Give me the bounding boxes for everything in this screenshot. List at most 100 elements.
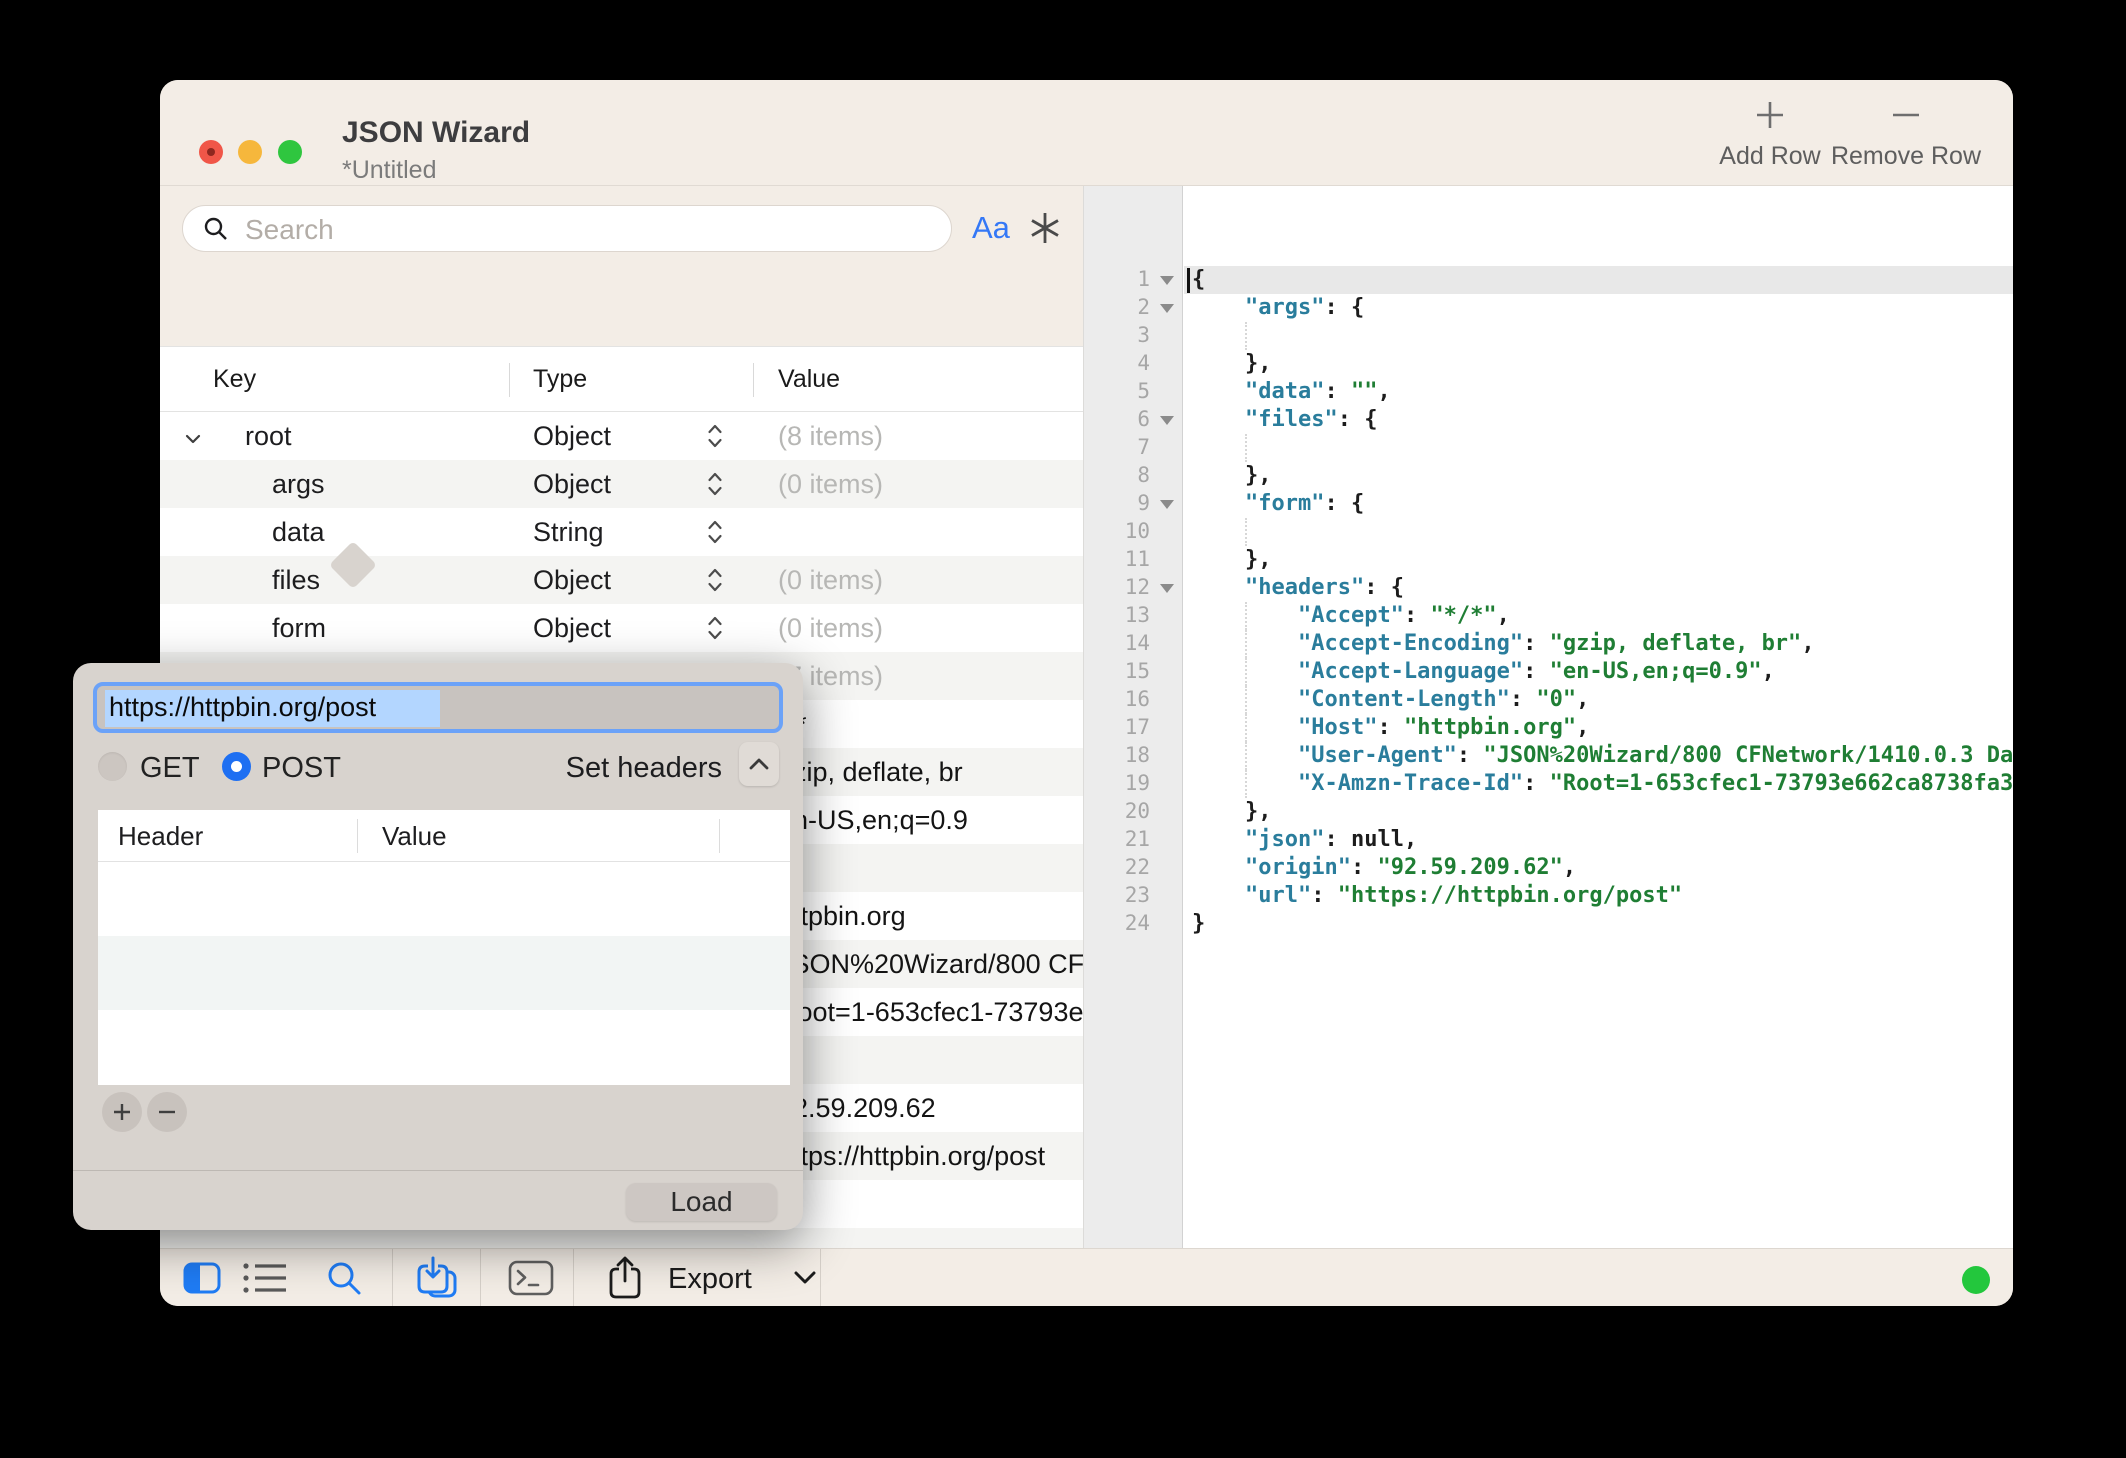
empty-header-row[interactable] <box>98 862 790 936</box>
row-type[interactable]: Object <box>533 565 611 596</box>
editor-line[interactable]: "data": "", <box>1184 378 2013 406</box>
row-value[interactable]: (8 items) <box>778 421 883 452</box>
empty-header-row[interactable] <box>98 1010 790 1084</box>
post-label[interactable]: POST <box>262 752 341 785</box>
table-row[interactable]: argsObject (0 items) <box>160 460 1083 508</box>
titlebar: JSON Wizard *Untitled Add Row Remove Row <box>160 80 2013 185</box>
match-case-toggle[interactable]: Aa <box>972 210 1010 246</box>
add-header-button[interactable] <box>102 1092 142 1132</box>
zoom-button[interactable] <box>278 140 302 164</box>
row-type[interactable]: Object <box>533 469 611 500</box>
export-label[interactable]: Export <box>668 1263 752 1296</box>
regex-toggle[interactable] <box>1028 210 1062 251</box>
toggle-sidebar-button[interactable] <box>180 1249 224 1306</box>
editor-line[interactable]: "X-Amzn-Trace-Id": "Root=1-653cfec1-7379… <box>1184 770 2013 798</box>
remove-row-button[interactable]: Remove Row <box>1816 98 1996 171</box>
table-row[interactable]: filesObject (0 items) <box>160 556 1083 604</box>
header-col-label[interactable]: Header <box>118 821 203 852</box>
load-button[interactable]: Load <box>626 1183 777 1221</box>
get-label[interactable]: GET <box>140 752 200 785</box>
table-row[interactable]: formObject (0 items) <box>160 604 1083 652</box>
editor-line[interactable]: }, <box>1184 350 2013 378</box>
row-value[interactable]: (0 items) <box>778 613 883 644</box>
row-value[interactable]: (0 items) <box>778 469 883 500</box>
editor-line[interactable]: "form": { <box>1184 490 2013 518</box>
editor-line[interactable]: "Host": "httpbin.org", <box>1184 714 2013 742</box>
minimize-button[interactable] <box>238 140 262 164</box>
column-header-key[interactable]: Key <box>213 365 256 394</box>
editor-line[interactable]: "User-Agent": "JSON%20Wizard/800 CFNetwo… <box>1184 742 2013 770</box>
fold-arrow-icon[interactable] <box>1160 304 1174 313</box>
editor-line[interactable] <box>1184 434 2013 462</box>
type-stepper-icon[interactable] <box>707 518 723 551</box>
type-stepper-icon[interactable] <box>707 422 723 455</box>
empty-table-row[interactable] <box>160 1228 1083 1248</box>
row-type[interactable]: String <box>533 517 604 548</box>
indent-guide <box>1245 322 1247 350</box>
table-row[interactable]: dataString <box>160 508 1083 556</box>
row-type[interactable]: Object <box>533 613 611 644</box>
type-stepper-icon[interactable] <box>707 470 723 503</box>
console-button[interactable] <box>506 1249 556 1306</box>
column-header-value[interactable]: Value <box>778 365 840 394</box>
line-number: 6 <box>1084 406 1183 434</box>
table-row[interactable]: rootObject (8 items) <box>160 412 1083 460</box>
row-value[interactable]: en-US,en;q=0.9 <box>778 805 968 836</box>
row-value[interactable]: gzip, deflate, br <box>778 757 963 788</box>
load-from-url-button[interactable] <box>413 1249 461 1306</box>
editor-line[interactable]: }, <box>1184 462 2013 490</box>
export-menu-button[interactable] <box>790 1249 820 1306</box>
editor-line[interactable]: "Accept": "*/*", <box>1184 602 2013 630</box>
row-value[interactable]: JSON%20Wizard/800 CFNetwork/1410.0.3 Dar… <box>778 949 1083 980</box>
editor-line[interactable]: { <box>1184 266 2013 294</box>
type-stepper-icon[interactable] <box>707 614 723 647</box>
bottom-toolbar: Export <box>160 1248 2013 1306</box>
row-value[interactable]: (0 items) <box>778 565 883 596</box>
editor-line[interactable]: } <box>1184 910 2013 938</box>
editor-line[interactable]: "Accept-Encoding": "gzip, deflate, br", <box>1184 630 2013 658</box>
type-stepper-icon[interactable] <box>707 566 723 599</box>
column-separator[interactable] <box>509 363 510 397</box>
editor-line[interactable]: }, <box>1184 798 2013 826</box>
editor-line[interactable] <box>1184 518 2013 546</box>
json-editor[interactable]: 123456789101112131415161718192021222324 … <box>1083 186 2013 1248</box>
line-number: 2 <box>1084 294 1183 322</box>
export-button[interactable] <box>600 1249 650 1306</box>
column-separator[interactable] <box>357 819 358 853</box>
collapse-headers-button[interactable] <box>739 742 779 786</box>
fold-arrow-icon[interactable] <box>1160 500 1174 509</box>
editor-line[interactable]: "origin": "92.59.209.62", <box>1184 854 2013 882</box>
fold-arrow-icon[interactable] <box>1160 584 1174 593</box>
search-input[interactable]: Search <box>182 205 952 252</box>
editor-line[interactable] <box>1184 322 2013 350</box>
remove-row-label: Remove Row <box>1816 142 1996 171</box>
editor-line[interactable]: "json": null, <box>1184 826 2013 854</box>
editor-line[interactable]: "args": { <box>1184 294 2013 322</box>
list-view-button[interactable] <box>242 1249 288 1306</box>
row-value[interactable]: Root=1-653cfec1-73793e662ca8738fa31bcd24 <box>778 997 1083 1028</box>
disclosure-icon[interactable] <box>185 431 201 449</box>
url-input[interactable]: https://httpbin.org/post <box>93 682 783 733</box>
editor-line[interactable]: "url": "https://httpbin.org/post" <box>1184 882 2013 910</box>
fold-arrow-icon[interactable] <box>1160 276 1174 285</box>
toolbar-divider <box>573 1249 574 1306</box>
row-type[interactable]: Object <box>533 421 611 452</box>
row-value[interactable]: https://httpbin.org/post <box>778 1141 1045 1172</box>
editor-line[interactable]: "headers": { <box>1184 574 2013 602</box>
post-radio[interactable] <box>222 752 251 781</box>
column-header-type[interactable]: Type <box>533 365 587 394</box>
get-radio[interactable] <box>98 752 127 781</box>
column-separator[interactable] <box>753 363 754 397</box>
column-separator[interactable] <box>719 819 720 853</box>
editor-line[interactable]: "Content-Length": "0", <box>1184 686 2013 714</box>
fold-arrow-icon[interactable] <box>1160 416 1174 425</box>
close-button[interactable] <box>199 140 223 164</box>
screen: JSON Wizard *Untitled Add Row Remove Row <box>0 0 2126 1458</box>
find-button[interactable] <box>322 1249 366 1306</box>
editor-line[interactable]: "Accept-Language": "en-US,en;q=0.9", <box>1184 658 2013 686</box>
remove-header-button[interactable] <box>147 1092 187 1132</box>
empty-header-row[interactable] <box>98 936 790 1010</box>
editor-line[interactable]: "files": { <box>1184 406 2013 434</box>
editor-line[interactable]: }, <box>1184 546 2013 574</box>
value-col-label[interactable]: Value <box>382 821 447 852</box>
